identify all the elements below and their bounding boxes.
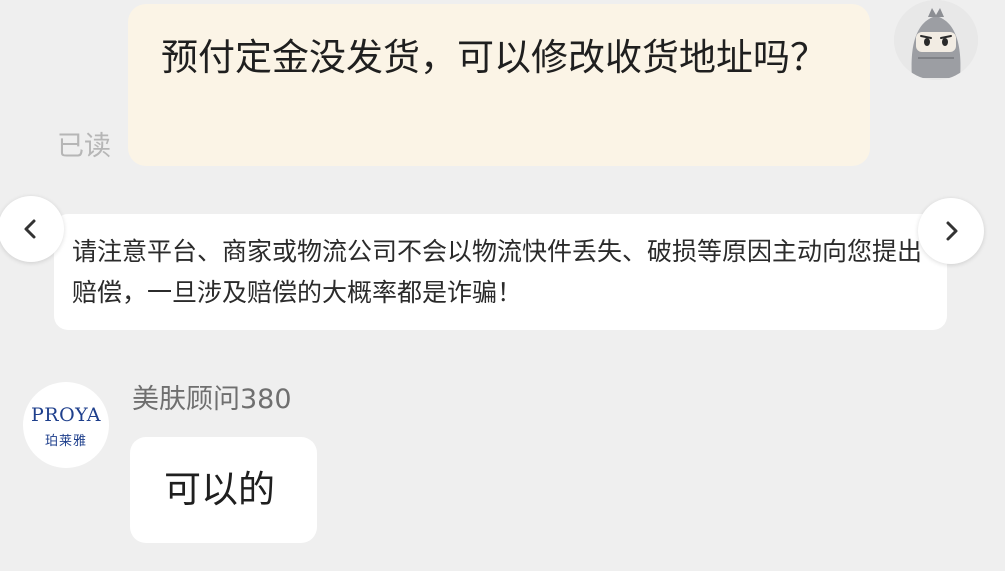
brand-logo-subtext: 珀莱雅 (44, 434, 87, 449)
chevron-right-icon (946, 221, 958, 241)
user-avatar[interactable] (894, 0, 978, 80)
read-status: 已读 (57, 131, 111, 162)
previous-button[interactable] (0, 196, 64, 262)
outgoing-message-text: 预付定金没发货，可以修改收货地址吗？ (161, 36, 827, 79)
chevron-left-icon (24, 219, 36, 239)
incoming-message-text: 可以的 (164, 468, 275, 511)
outgoing-message-bubble[interactable]: 预付定金没发货，可以修改收货地址吗？ (128, 4, 870, 166)
safety-notice-text: 请注意平台、商家或物流公司不会以物流快件丢失、破损等原因主动向您提出赔偿，一旦涉… (72, 237, 923, 307)
brand-logo-text: PROYA (31, 404, 101, 426)
agent-name: 美肤顾问380 (132, 384, 292, 415)
next-button[interactable] (918, 198, 984, 264)
ninja-avatar-icon (894, 0, 978, 80)
incoming-message-bubble[interactable]: 可以的 (130, 437, 317, 543)
agent-avatar[interactable]: PROYA 珀莱雅 (23, 382, 109, 468)
safety-notice-card: 请注意平台、商家或物流公司不会以物流快件丢失、破损等原因主动向您提出赔偿，一旦涉… (54, 214, 947, 330)
